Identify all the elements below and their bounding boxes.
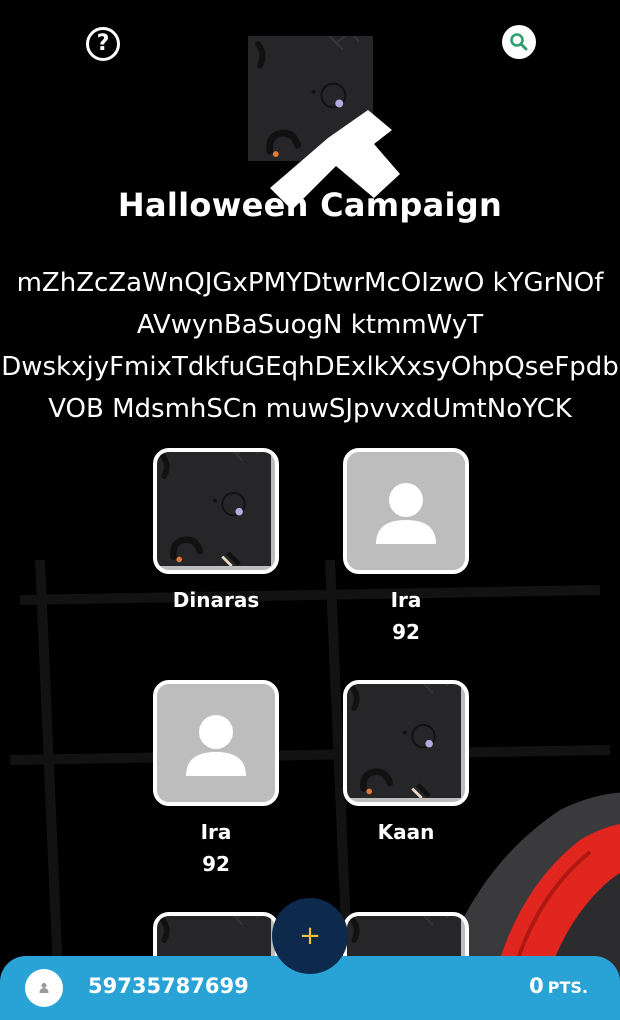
- campaign-screen: ? Halloween Campaign mZhZcZaWnQJGxPMYDtw…: [0, 0, 620, 1020]
- description-line: VOB MdsmhSCn muwSJpvvxdUmtNoYCK: [48, 394, 572, 424]
- description-line: mZhZcZaWnQJGxPMYDtwrMcOIzwO kYGrNOf: [16, 268, 604, 298]
- default-person-icon: [157, 684, 275, 802]
- question-mark-icon: ?: [96, 31, 110, 56]
- user-avatar-button[interactable]: [25, 969, 63, 1007]
- participant-tile[interactable]: Kaan: [343, 680, 469, 844]
- participant-tile[interactable]: Ira 92: [153, 680, 279, 876]
- user-id: 59735787699: [88, 974, 249, 998]
- participant-avatar: [153, 448, 279, 574]
- points-unit: PTS.: [547, 978, 588, 997]
- pattern-avatar-image: [347, 684, 465, 802]
- search-button[interactable]: [502, 25, 536, 59]
- points-display: 0 PTS.: [529, 974, 588, 998]
- campaign-title: Halloween Campaign: [117, 186, 503, 224]
- participant-name: Ira: [200, 820, 232, 844]
- campaign-description: mZhZcZaWnQJGxPMYDtwrMcOIzwO kYGrNOf AVwy…: [0, 262, 620, 430]
- participant-avatar: [153, 680, 279, 806]
- person-icon: [39, 983, 49, 993]
- participant-avatar: [343, 448, 469, 574]
- participant-name: Ira: [390, 588, 422, 612]
- participant-tile[interactable]: Dinaras: [153, 448, 279, 612]
- default-person-icon: [347, 452, 465, 570]
- help-button[interactable]: ?: [86, 27, 120, 61]
- add-button[interactable]: +: [272, 898, 348, 974]
- participant-tile[interactable]: Ira 92: [343, 448, 469, 644]
- participant-name: Kaan: [377, 820, 435, 844]
- points-value: 0: [529, 974, 544, 998]
- participant-avatar: [343, 680, 469, 806]
- plus-icon: +: [299, 921, 321, 951]
- description-line: AVwynBaSuogN ktmmWyT: [136, 310, 484, 340]
- participant-score: 92: [202, 852, 230, 876]
- participant-name: Dinaras: [172, 588, 260, 612]
- search-icon: [510, 33, 528, 51]
- participant-score: 92: [392, 620, 420, 644]
- description-line: DwskxjyFmixTdkfuGEqhDExlkXxsyOhpQseFpdb: [1, 352, 619, 382]
- pattern-avatar-image: [157, 452, 275, 570]
